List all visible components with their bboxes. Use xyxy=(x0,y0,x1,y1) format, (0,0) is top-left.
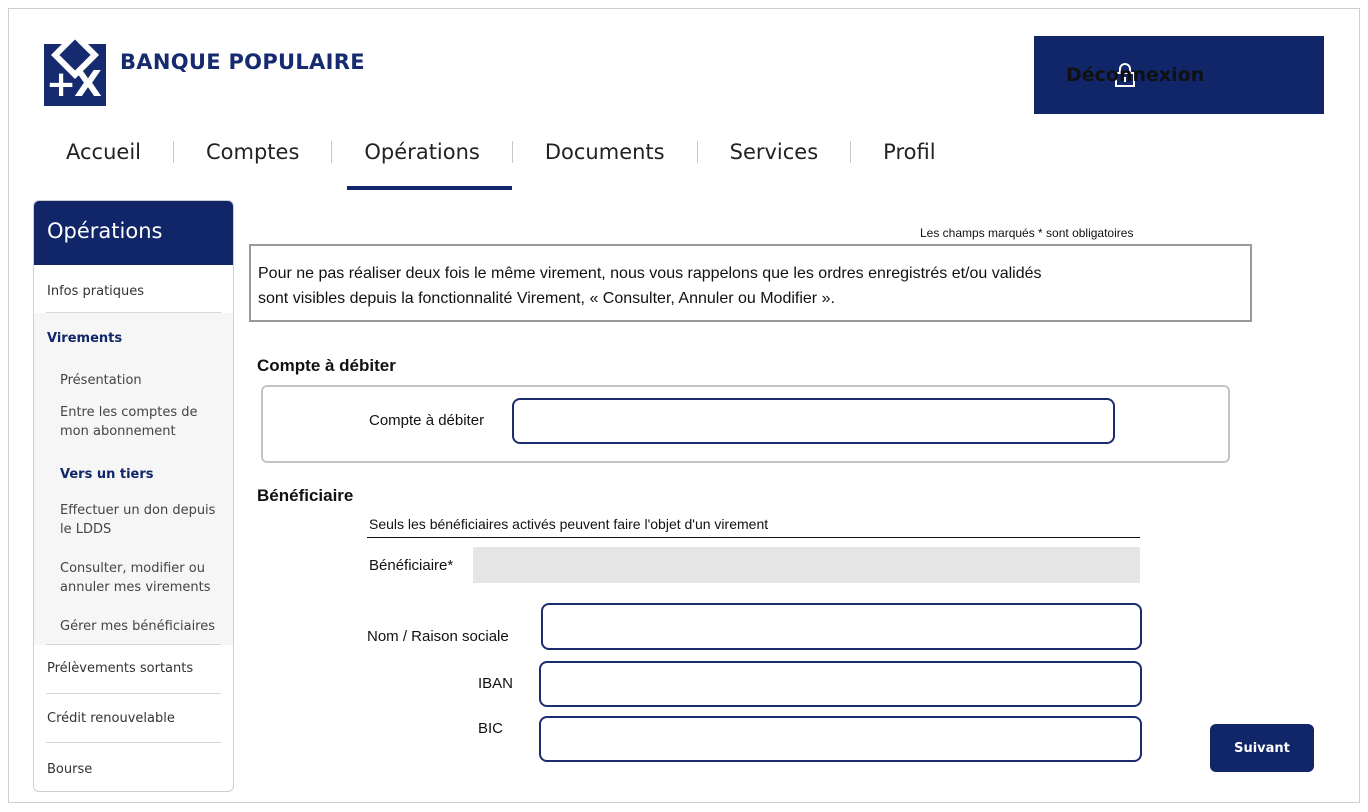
nav-item-services[interactable]: Services xyxy=(712,140,837,164)
info-notice: Pour ne pas réaliser deux fois le même v… xyxy=(249,244,1252,322)
debit-account-label: Compte à débiter xyxy=(369,412,485,429)
nav-item-operations[interactable]: Opérations xyxy=(346,140,497,164)
sidebar-item-infos-pratiques[interactable]: Infos pratiques xyxy=(47,284,144,299)
sidebar-subitem-gerer-beneficiaires[interactable]: Gérer mes bénéficiaires xyxy=(60,617,215,636)
nav-active-indicator xyxy=(347,186,512,190)
nav-item-documents[interactable]: Documents xyxy=(527,140,683,164)
sidebar-subitem-vers-un-tiers[interactable]: Vers un tiers xyxy=(60,465,154,484)
debit-account-field[interactable] xyxy=(512,398,1115,444)
sidebar: Opérations Infos pratiques Virements Pré… xyxy=(33,200,234,792)
logout-button[interactable]: Déconnexion xyxy=(1034,36,1324,114)
sidebar-divider xyxy=(46,693,221,694)
sidebar-item-bourse[interactable]: Bourse xyxy=(47,762,92,777)
bic-input[interactable] xyxy=(539,716,1142,762)
sidebar-subitem-presentation[interactable]: Présentation xyxy=(60,371,142,390)
sidebar-item-credit-renouvelable[interactable]: Crédit renouvelable xyxy=(47,711,175,726)
info-line-1: Pour ne pas réaliser deux fois le même v… xyxy=(258,265,1042,282)
nav-separator xyxy=(850,141,852,163)
required-fields-note: Les champs marqués * sont obligatoires xyxy=(920,226,1134,240)
sidebar-subitem-don-ldds[interactable]: Effectuer un don depuis le LDDS xyxy=(60,501,215,539)
next-button[interactable]: Suivant xyxy=(1210,724,1314,772)
nav-separator xyxy=(696,141,698,163)
beneficiary-select[interactable] xyxy=(473,547,1140,583)
sidebar-section-virements[interactable]: Virements xyxy=(47,331,122,346)
sidebar-subitem-consulter-virements[interactable]: Consulter, modifier ou annuler mes virem… xyxy=(60,559,210,597)
iban-label: IBAN xyxy=(478,675,514,692)
nav-item-comptes[interactable]: Comptes xyxy=(188,140,317,164)
iban-input[interactable] xyxy=(539,661,1142,707)
nav-separator xyxy=(173,141,174,163)
main-nav: Accueil Comptes Opérations Documents Ser… xyxy=(48,136,954,168)
nav-separator xyxy=(511,141,513,163)
logout-label: Déconnexion xyxy=(1066,64,1205,86)
info-line-2: sont visibles depuis la fonctionnalité V… xyxy=(258,290,835,307)
beneficiary-section-title: Bénéficiaire xyxy=(257,486,354,505)
debit-section-title: Compte à débiter xyxy=(257,356,396,375)
beneficiary-note-underline xyxy=(367,537,1140,538)
beneficiary-note: Seuls les bénéficiaires activés peuvent … xyxy=(369,516,769,532)
nav-separator xyxy=(331,141,333,163)
nav-item-profil[interactable]: Profil xyxy=(865,140,953,164)
sidebar-subitem-entre-comptes[interactable]: Entre les comptes de mon abonnement xyxy=(60,403,198,441)
nav-item-accueil[interactable]: Accueil xyxy=(48,140,159,164)
name-input[interactable] xyxy=(541,603,1142,650)
sidebar-item-prelevements[interactable]: Prélèvements sortants xyxy=(47,661,193,676)
sidebar-title: Opérations xyxy=(34,201,233,265)
bic-label: BIC xyxy=(478,720,504,737)
sidebar-divider xyxy=(46,742,221,743)
beneficiary-label: Bénéficiaire* xyxy=(369,557,454,574)
brand-name: BANQUE POPULAIRE xyxy=(120,50,365,74)
brand-logo[interactable]: +X BANQUE POPULAIRE xyxy=(44,30,365,106)
logo-mark-icon: +X xyxy=(44,30,112,106)
sidebar-divider xyxy=(46,644,221,645)
name-label: Nom / Raison sociale xyxy=(367,628,509,645)
